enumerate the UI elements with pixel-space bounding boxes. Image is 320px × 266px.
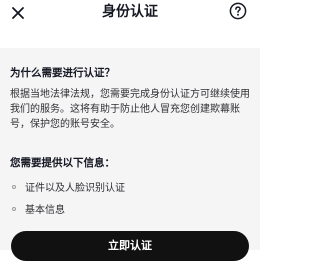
bullet-icon [12,207,16,211]
page-title: 身份认证 [102,4,158,20]
requirement-label: 基本信息 [25,205,65,216]
requirements-heading: 您需要提供以下信息： [10,157,115,169]
requirement-label: 证件以及人脸识别认证 [25,183,125,194]
verify-now-button[interactable]: 立即认证 [11,231,249,261]
help-icon[interactable] [229,2,247,20]
requirement-item: 基本信息 [12,204,65,217]
verify-description: 根据当地法律法规，您需要完成身份认证方可继续使用我们的服务。这将有助于防止他人冒… [10,89,250,130]
why-verify-heading: 为什么需要进行认证？ [10,67,115,79]
top-bar: 身份认证 [0,0,260,30]
bullet-icon [12,185,16,189]
requirement-item: 证件以及人脸识别认证 [12,182,125,195]
